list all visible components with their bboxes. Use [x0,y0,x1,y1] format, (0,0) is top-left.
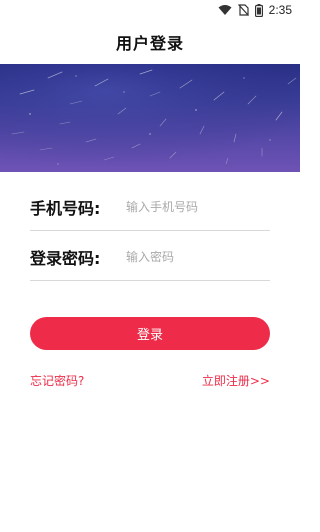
login-button[interactable]: 登录 [30,317,270,350]
password-field: 登录密码: [30,233,270,281]
password-label: 登录密码: [30,248,101,268]
forgot-password-link[interactable]: 忘记密码? [30,372,84,389]
title-bar: 用户登录 [0,20,300,64]
star-trails-graphic [0,64,300,172]
phone-input[interactable] [126,192,266,221]
register-link[interactable]: 立即注册>> [202,372,270,389]
phone-label: 手机号码: [30,198,101,218]
banner-image [0,64,300,172]
battery-icon [254,3,263,17]
no-sim-icon [237,4,249,16]
login-screen: 2:35 用户登录 手机号码: 输入手机号码 登录密码: 登录 忘记密码? 立即… [0,0,300,532]
status-bar: 2:35 [0,0,300,20]
wifi-icon [218,4,232,16]
password-input[interactable] [126,242,266,271]
phone-field: 手机号码: [30,183,270,231]
page-title: 用户登录 [115,34,184,53]
status-time: 2:35 [268,3,292,17]
